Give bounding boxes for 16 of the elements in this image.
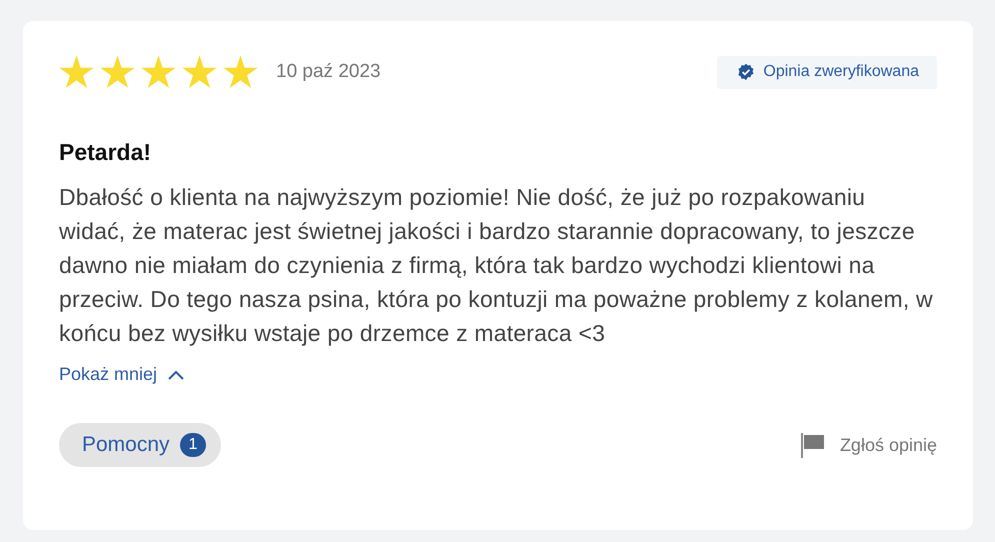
chevron-icon <box>167 368 186 380</box>
verified-check-icon <box>737 62 756 80</box>
star-icon <box>182 55 217 89</box>
show-less-link[interactable]: Pokaż mniej <box>59 364 186 385</box>
verified-label: Opinia zweryfikowana <box>763 62 919 80</box>
star-icon <box>59 55 94 89</box>
report-button[interactable]: Zgłoś opinię <box>800 432 937 458</box>
star-icon <box>141 55 176 89</box>
star-icon <box>100 55 135 89</box>
star-icon <box>223 55 258 89</box>
helpful-count: 1 <box>180 433 206 457</box>
flag-icon <box>800 432 826 458</box>
helpful-button[interactable]: Pomocny 1 <box>59 423 222 467</box>
review-date: 10 paź 2023 <box>276 61 381 83</box>
review-title: Petarda! <box>59 139 152 166</box>
review-text: Dbałość o klienta na najwyższym poziomie! Nie dość, że już po rozpakowaniu widać, że materac jest świetnej jakości i bardzo starannie dopracowany, to jeszcze dawno nie miałam do czynienia z firmą, która tak bardzo wychodzi klientowi na przeciw. Do tego nasza psina, która po kontuzji ma poważne problemy z kolanem, w końcu bez wysiłku wstaje po drzemce z materaca <3 <box>59 183 934 348</box>
